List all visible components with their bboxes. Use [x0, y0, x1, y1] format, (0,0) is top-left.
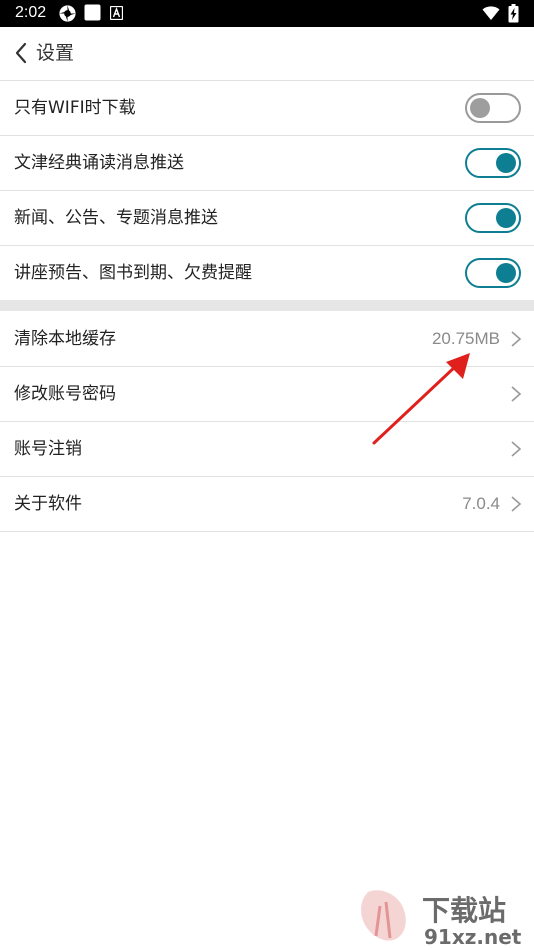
row-label: 文津经典诵读消息推送 — [14, 153, 184, 173]
wifi-icon — [482, 6, 500, 20]
page-title: 设置 — [36, 42, 75, 64]
wifi-only-download-row[interactable]: 只有WIFI时下载 — [0, 81, 534, 136]
watermark-brand: 下载站 — [422, 894, 506, 927]
row-label: 讲座预告、图书到期、欠费提醒 — [14, 263, 252, 283]
status-time: 2:02 — [15, 4, 47, 21]
toggle-knob — [496, 263, 516, 283]
row-label: 账号注销 — [14, 439, 82, 459]
chevron-right-icon — [511, 496, 522, 512]
notification-square-icon — [84, 4, 101, 21]
toggle-knob — [496, 153, 516, 173]
row-label: 修改账号密码 — [14, 384, 116, 404]
settings-wheel-icon — [59, 5, 76, 22]
row-label: 关于软件 — [14, 494, 82, 514]
a-badge-icon — [110, 6, 123, 20]
chevron-right-icon — [511, 386, 522, 402]
row-label: 只有WIFI时下载 — [14, 98, 136, 118]
news-announcement-push-toggle[interactable] — [465, 203, 521, 233]
row-label: 新闻、公告、专题消息推送 — [14, 208, 218, 228]
annotation-arrow-icon — [372, 353, 470, 445]
classic-reading-push-row[interactable]: 文津经典诵读消息推送 — [0, 136, 534, 191]
chevron-right-icon — [511, 331, 522, 347]
lecture-reminder-push-toggle[interactable] — [465, 258, 521, 288]
about-software-row[interactable]: 关于软件 7.0.4 — [0, 477, 534, 532]
lecture-reminder-push-row[interactable]: 讲座预告、图书到期、欠费提醒 — [0, 246, 534, 300]
watermark-domain: 91xz.net — [424, 925, 522, 948]
toggle-knob — [470, 98, 490, 118]
battery-charging-icon — [508, 4, 519, 23]
news-announcement-push-row[interactable]: 新闻、公告、专题消息推送 — [0, 191, 534, 246]
app-header: 设置 — [0, 27, 534, 81]
row-label: 清除本地缓存 — [14, 329, 116, 349]
toggle-knob — [496, 208, 516, 228]
section-divider — [0, 300, 534, 311]
classic-reading-push-toggle[interactable] — [465, 148, 521, 178]
wifi-only-toggle[interactable] — [465, 93, 521, 123]
chevron-left-icon[interactable] — [12, 41, 32, 65]
watermark-logo: 下载站 91xz.net — [361, 890, 522, 948]
version-value: 7.0.4 — [462, 494, 500, 513]
status-bar: 2:02 — [0, 0, 534, 27]
chevron-right-icon — [511, 441, 522, 457]
